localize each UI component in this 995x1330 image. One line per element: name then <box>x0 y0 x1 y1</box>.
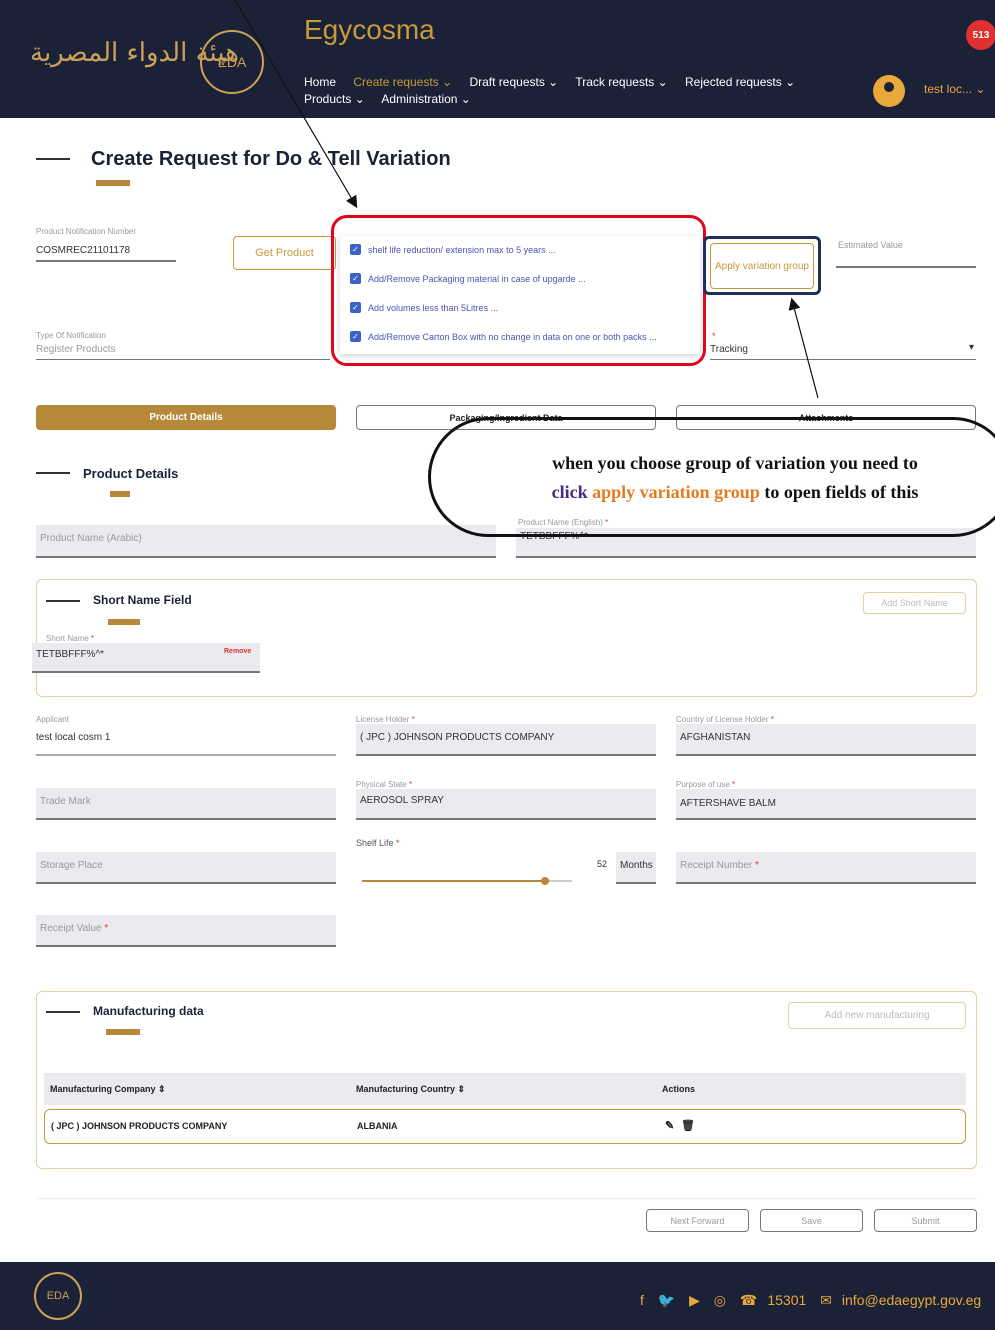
brand-title: Egycosma <box>304 14 435 45</box>
phone-icon: ☎ <box>739 1292 758 1308</box>
apply-button-highlight <box>703 236 821 295</box>
section-accent <box>110 491 130 497</box>
column-country[interactable]: Manufacturing Country ⇕ <box>356 1084 465 1095</box>
manufacturing-heading: Manufacturing data <box>93 1004 204 1018</box>
notification-number-label: Product Notification Number <box>36 227 137 236</box>
annotation-callout-text: when you choose group of variation you n… <box>551 453 919 502</box>
license-holder-label: License Holder * <box>356 715 415 724</box>
save-button[interactable]: Save <box>760 1209 863 1232</box>
purpose-label: Purpose of use * <box>676 780 736 789</box>
nav-draft-requests[interactable]: Draft requests ⌄ <box>469 75 558 89</box>
get-product-button[interactable]: Get Product <box>233 236 336 270</box>
remove-short-name-link[interactable]: Remove <box>224 648 251 655</box>
row-country: ALBANIA <box>357 1121 398 1131</box>
receipt-number-input[interactable]: Receipt Number * <box>676 852 976 884</box>
country-label: Country of License Holder * <box>676 715 774 724</box>
section-accent <box>106 1029 140 1035</box>
add-short-name-button[interactable]: Add Short Name <box>863 592 966 614</box>
product-name-arabic-input[interactable]: Product Name (Arabic) <box>36 525 496 558</box>
nav-administration[interactable]: Administration ⌄ <box>381 92 470 106</box>
product-details-heading: Product Details <box>83 466 179 481</box>
add-manufacturing-button[interactable]: Add new manufacturing <box>788 1002 966 1029</box>
tab-product-details[interactable]: Product Details <box>36 405 336 430</box>
type-of-notification-label: Type Of Notification <box>36 331 106 340</box>
dropdown-highlight <box>331 215 706 366</box>
main-nav: Home Create requests ⌄ Draft requests ⌄ … <box>304 74 864 108</box>
trash-icon[interactable]: 🗑 <box>681 1119 695 1132</box>
section-divider <box>46 1011 80 1013</box>
youtube-icon[interactable]: ▶ <box>689 1292 700 1308</box>
mail-icon: ✉ <box>820 1292 832 1308</box>
nav-products[interactable]: Products ⌄ <box>304 92 365 106</box>
storage-place-input[interactable]: Storage Place <box>36 852 336 884</box>
nav-track-requests[interactable]: Track requests ⌄ <box>575 75 667 89</box>
title-divider <box>36 158 70 160</box>
instagram-icon[interactable]: ◎ <box>714 1292 726 1308</box>
estimated-value-input[interactable] <box>836 236 976 268</box>
submit-button[interactable]: Submit <box>874 1209 977 1232</box>
license-holder-input[interactable]: ( JPC ) JOHNSON PRODUCTS COMPANY <box>356 724 656 756</box>
next-forward-button[interactable]: Next Forward <box>646 1209 749 1232</box>
physical-state-input[interactable]: AEROSOL SPRAY <box>356 789 656 820</box>
shelf-life-value: 52 <box>597 859 608 869</box>
nav-create-requests[interactable]: Create requests ⌄ <box>353 75 452 89</box>
facebook-icon[interactable]: f <box>640 1292 644 1308</box>
country-input[interactable]: AFGHANISTAN <box>676 724 976 756</box>
required-mark: * <box>712 331 716 341</box>
title-accent <box>96 180 130 186</box>
email-link[interactable]: info@edaegypt.gov.eg <box>842 1292 981 1308</box>
row-company: ( JPC ) JOHNSON PRODUCTS COMPANY <box>51 1121 228 1131</box>
user-avatar-icon[interactable] <box>873 75 905 107</box>
column-actions: Actions <box>662 1084 696 1094</box>
receipt-value-input[interactable]: Receipt Value * <box>36 915 336 947</box>
twitter-icon[interactable]: 🐦 <box>658 1292 675 1308</box>
notification-bell-icon[interactable]: 513 <box>966 20 995 50</box>
short-name-heading: Short Name Field <box>93 593 192 607</box>
applicant-value: test local cosm 1 <box>36 728 336 756</box>
purpose-input[interactable]: AFTERSHAVE BALM <box>676 789 976 820</box>
applicant-label: Applicant <box>36 715 69 724</box>
eda-emblem-icon: EDA <box>200 30 264 94</box>
shelf-life-slider-handle[interactable] <box>540 877 549 885</box>
manufacturing-table-header: Manufacturing Company ⇕ Manufacturing Co… <box>44 1073 966 1105</box>
page-title: Create Request for Do & Tell Variation <box>91 148 451 170</box>
section-accent <box>108 619 140 625</box>
physical-state-label: Physical State * <box>356 780 413 789</box>
section-divider <box>46 600 80 602</box>
phone-number[interactable]: 15301 <box>767 1292 806 1308</box>
divider <box>36 1198 977 1199</box>
table-row: ( JPC ) JOHNSON PRODUCTS COMPANY ALBANIA… <box>44 1109 966 1144</box>
shelf-life-slider-fill <box>362 880 545 882</box>
top-header: هيئة الدواء المصرية EDA Egycosma Home Cr… <box>0 0 995 118</box>
edit-icon[interactable]: ✎ <box>665 1119 674 1132</box>
section-divider <box>36 472 70 474</box>
short-name-label: Short Name * <box>46 634 95 643</box>
shelf-life-label: Shelf Life * <box>356 838 400 848</box>
nav-home[interactable]: Home <box>304 75 336 89</box>
tracking-select[interactable]: Tracking ▾ <box>710 340 976 360</box>
notification-number-input[interactable]: COSMREC21101178 <box>36 241 176 262</box>
type-of-notification-value: Register Products <box>36 340 330 360</box>
chevron-down-icon: ▾ <box>968 342 974 353</box>
shelf-life-unit: Months <box>616 852 656 884</box>
footer-contact: f 🐦 ▶ ◎ ☎ 15301 ✉ info@edaegypt.gov.eg <box>640 1292 991 1309</box>
nav-rejected-requests[interactable]: Rejected requests ⌄ <box>685 75 795 89</box>
footer: EDA f 🐦 ▶ ◎ ☎ 15301 ✉ info@edaegypt.gov.eg <box>0 1262 995 1330</box>
trade-mark-input[interactable]: Trade Mark <box>36 788 336 820</box>
column-company[interactable]: Manufacturing Company ⇕ <box>50 1084 166 1095</box>
user-menu[interactable]: test loc... ⌄ <box>924 82 985 96</box>
eda-footer-emblem-icon: EDA <box>34 1272 82 1320</box>
